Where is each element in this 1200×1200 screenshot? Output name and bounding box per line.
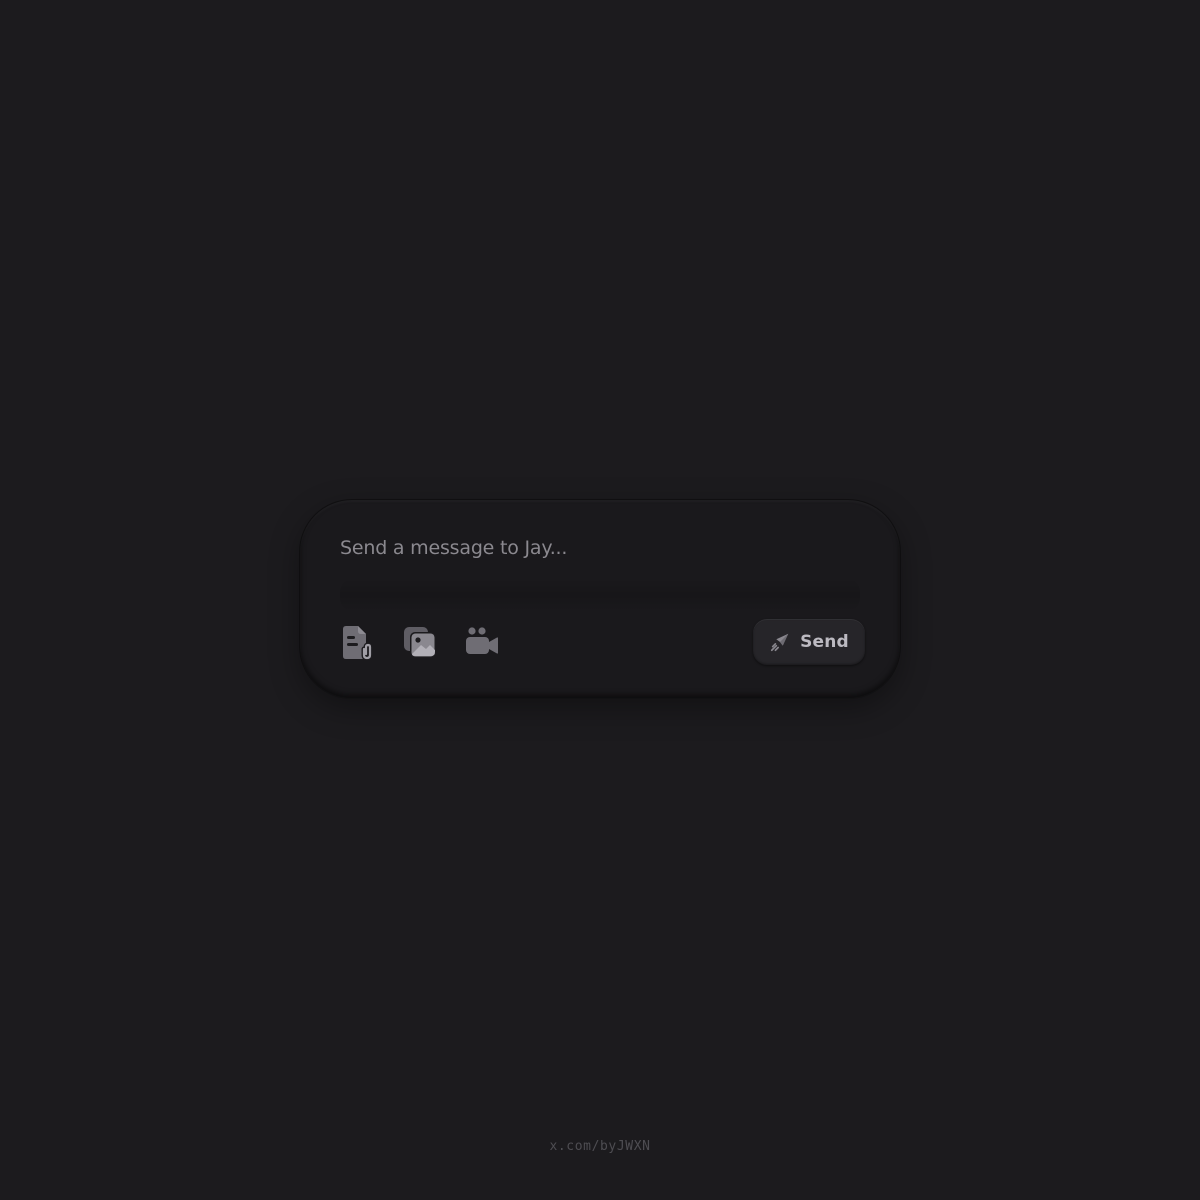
image-gallery-icon <box>404 627 436 658</box>
attach-file-button[interactable] <box>338 622 378 662</box>
file-attachment-icon <box>343 626 373 661</box>
send-button[interactable]: Send <box>753 619 865 665</box>
paper-plane-icon <box>770 633 789 652</box>
message-input[interactable] <box>340 534 840 562</box>
video-call-icon <box>466 627 498 654</box>
footer-handle: x.com/byJWXN <box>549 1139 651 1154</box>
video-button[interactable] <box>462 622 502 662</box>
image-button[interactable] <box>400 622 440 662</box>
message-composer: Send <box>300 500 900 698</box>
send-button-label: Send <box>800 632 849 652</box>
